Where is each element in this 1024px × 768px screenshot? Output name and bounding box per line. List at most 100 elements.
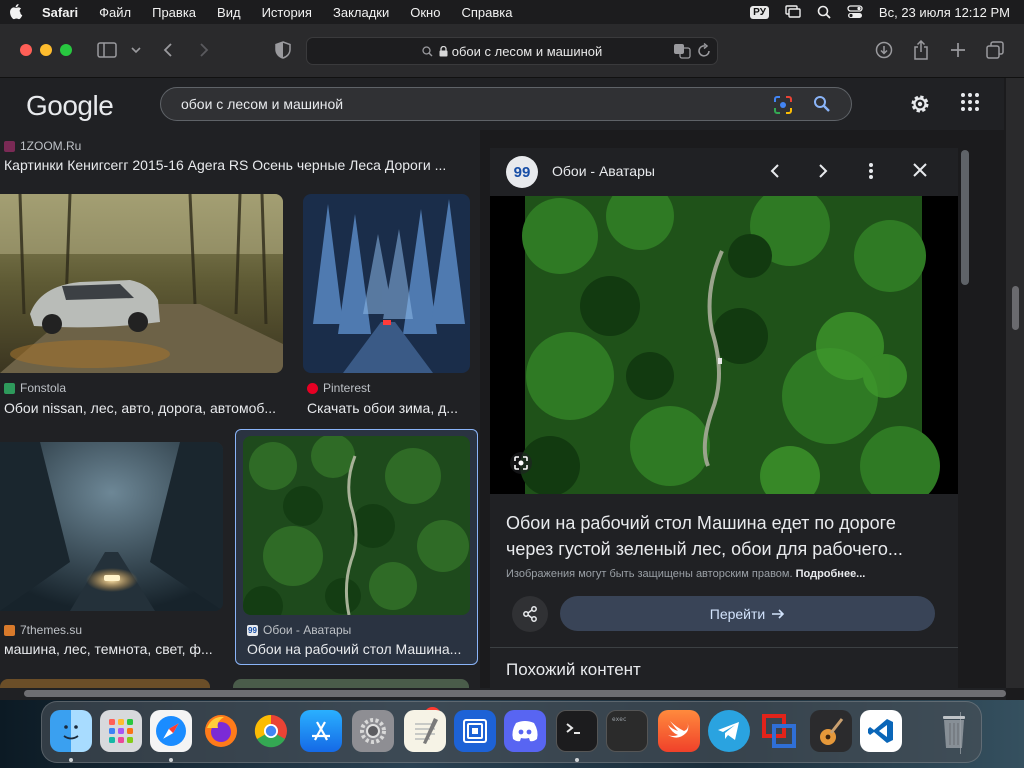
safari-icon[interactable]: [150, 710, 192, 752]
launchpad-icon[interactable]: [100, 710, 142, 752]
share-icon: [523, 606, 537, 622]
address-bar[interactable]: обои с лесом и машиной: [306, 37, 718, 65]
vscode-icon[interactable]: [860, 710, 902, 752]
result-source[interactable]: Fonstola: [4, 381, 66, 395]
discord-icon[interactable]: [504, 710, 546, 752]
new-tab-icon[interactable]: [948, 40, 968, 60]
result-title[interactable]: Обои nissan, лес, авто, дорога, автомоб.…: [4, 400, 284, 416]
google-lens-icon[interactable]: [510, 452, 532, 474]
spotlight-search-icon[interactable]: [817, 5, 831, 19]
menu-view[interactable]: Вид: [217, 5, 241, 20]
result-source[interactable]: 99 Обои - Аватары: [247, 623, 351, 637]
scrollbar-thumb[interactable]: [1012, 286, 1019, 330]
preview-title[interactable]: Обои на рабочий стол Машина едет по доро…: [506, 510, 936, 562]
translate-icon[interactable]: [673, 43, 691, 59]
result-source[interactable]: 1ZOOM.Ru: [4, 139, 81, 153]
result-image[interactable]: [0, 194, 283, 373]
garageband-icon[interactable]: [810, 710, 852, 752]
divider: [490, 647, 958, 648]
screen-mirroring-icon[interactable]: [785, 5, 801, 19]
google-logo[interactable]: Google: [26, 90, 114, 122]
image-preview-panel: 99 Обои - Аватары Обои на рабочий стол М…: [490, 148, 958, 688]
apps-grid-icon[interactable]: [960, 92, 980, 112]
search-query-text: обои с лесом и машиной: [181, 96, 344, 112]
chrome-icon[interactable]: [250, 710, 292, 752]
google-lens-icon[interactable]: [773, 95, 793, 115]
google-header: Google обои с лесом и машиной: [0, 78, 1004, 130]
page-horizontal-scrollbar[interactable]: [0, 688, 1006, 700]
running-indicator: [69, 758, 73, 762]
minimize-window-button[interactable]: [40, 44, 52, 56]
tab-overview-icon[interactable]: [985, 40, 1005, 60]
finder-icon[interactable]: [50, 710, 92, 752]
share-button[interactable]: [512, 596, 548, 632]
close-icon[interactable]: [911, 160, 929, 182]
parallels-icon[interactable]: [758, 710, 800, 752]
apple-icon[interactable]: [10, 4, 24, 20]
keynote-icon[interactable]: [454, 710, 496, 752]
result-title[interactable]: Скачать обои зима, д...: [307, 400, 467, 416]
back-icon[interactable]: [158, 40, 178, 60]
panel-scrollbar[interactable]: [960, 148, 970, 688]
more-options-icon[interactable]: [868, 160, 874, 182]
menubar-clock[interactable]: Вс, 23 июля 12:12 PM: [879, 5, 1010, 20]
result-title[interactable]: машина, лес, темнота, свет, ф...: [4, 641, 224, 657]
learn-more-link[interactable]: Подробнее...: [796, 568, 866, 580]
preview-header: 99 Обои - Аватары: [490, 148, 958, 196]
site-badge-icon[interactable]: 99: [506, 156, 538, 188]
zoom-window-button[interactable]: [60, 44, 72, 56]
swift-icon[interactable]: [658, 710, 700, 752]
telegram-icon[interactable]: [708, 710, 750, 752]
image-results-grid: 1ZOOM.Ru Картинки Кенигсегг 2015-16 Ager…: [0, 130, 480, 688]
menu-help[interactable]: Справка: [461, 5, 512, 20]
sidebar-toggle-icon[interactable]: [97, 40, 117, 60]
result-title[interactable]: Картинки Кенигсегг 2015-16 Agera RS Осен…: [4, 157, 464, 173]
result-image[interactable]: [0, 442, 223, 611]
result-title[interactable]: Обои на рабочий стол Машина...: [247, 641, 469, 657]
result-image[interactable]: [233, 679, 469, 688]
gear-icon[interactable]: [908, 92, 932, 116]
menu-file[interactable]: Файл: [99, 5, 131, 20]
result-image[interactable]: [243, 436, 470, 615]
safari-toolbar: обои с лесом и машиной: [0, 24, 1024, 78]
chevron-down-icon[interactable]: [126, 40, 146, 60]
input-language-badge[interactable]: РУ: [750, 5, 769, 19]
search-icon[interactable]: [813, 95, 831, 113]
result-source[interactable]: 7themes.su: [4, 623, 82, 637]
result-image[interactable]: [0, 679, 210, 688]
preview-image[interactable]: [490, 182, 958, 506]
menu-bookmarks[interactable]: Закладки: [333, 5, 389, 20]
preview-site-name[interactable]: Обои - Аватары: [552, 163, 655, 179]
menu-safari[interactable]: Safari: [42, 5, 78, 20]
trash-icon[interactable]: [933, 710, 975, 752]
address-bar-text: обои с лесом и машиной: [451, 43, 603, 59]
lock-icon: [439, 45, 448, 56]
visit-site-button[interactable]: Перейти: [560, 596, 935, 631]
app-store-icon[interactable]: [300, 710, 342, 752]
scrollbar-thumb[interactable]: [961, 150, 969, 285]
search-input[interactable]: обои с лесом и машиной: [160, 87, 852, 121]
console-icon[interactable]: exec: [606, 710, 648, 752]
previous-image-icon[interactable]: [769, 160, 781, 182]
firefox-icon[interactable]: [200, 710, 242, 752]
copyright-notice: Изображения могут быть защищены авторски…: [506, 568, 866, 580]
page-vertical-scrollbar[interactable]: [1006, 78, 1024, 688]
system-settings-icon[interactable]: [352, 710, 394, 752]
terminal-icon[interactable]: [556, 710, 598, 752]
control-center-icon[interactable]: [847, 5, 863, 19]
textedit-icon[interactable]: [404, 710, 446, 752]
menu-history[interactable]: История: [262, 5, 312, 20]
result-image[interactable]: [303, 194, 470, 373]
menu-edit[interactable]: Правка: [152, 5, 196, 20]
downloads-icon[interactable]: [874, 40, 894, 60]
privacy-shield-icon[interactable]: [273, 40, 293, 60]
reload-icon[interactable]: [697, 43, 711, 58]
scrollbar-thumb[interactable]: [24, 690, 1006, 697]
menu-window[interactable]: Окно: [410, 5, 440, 20]
close-window-button[interactable]: [20, 44, 32, 56]
share-icon[interactable]: [911, 40, 931, 60]
next-image-icon[interactable]: [817, 160, 829, 182]
result-source[interactable]: Pinterest: [307, 381, 370, 395]
search-icon: [422, 45, 433, 56]
forward-icon[interactable]: [194, 40, 214, 60]
